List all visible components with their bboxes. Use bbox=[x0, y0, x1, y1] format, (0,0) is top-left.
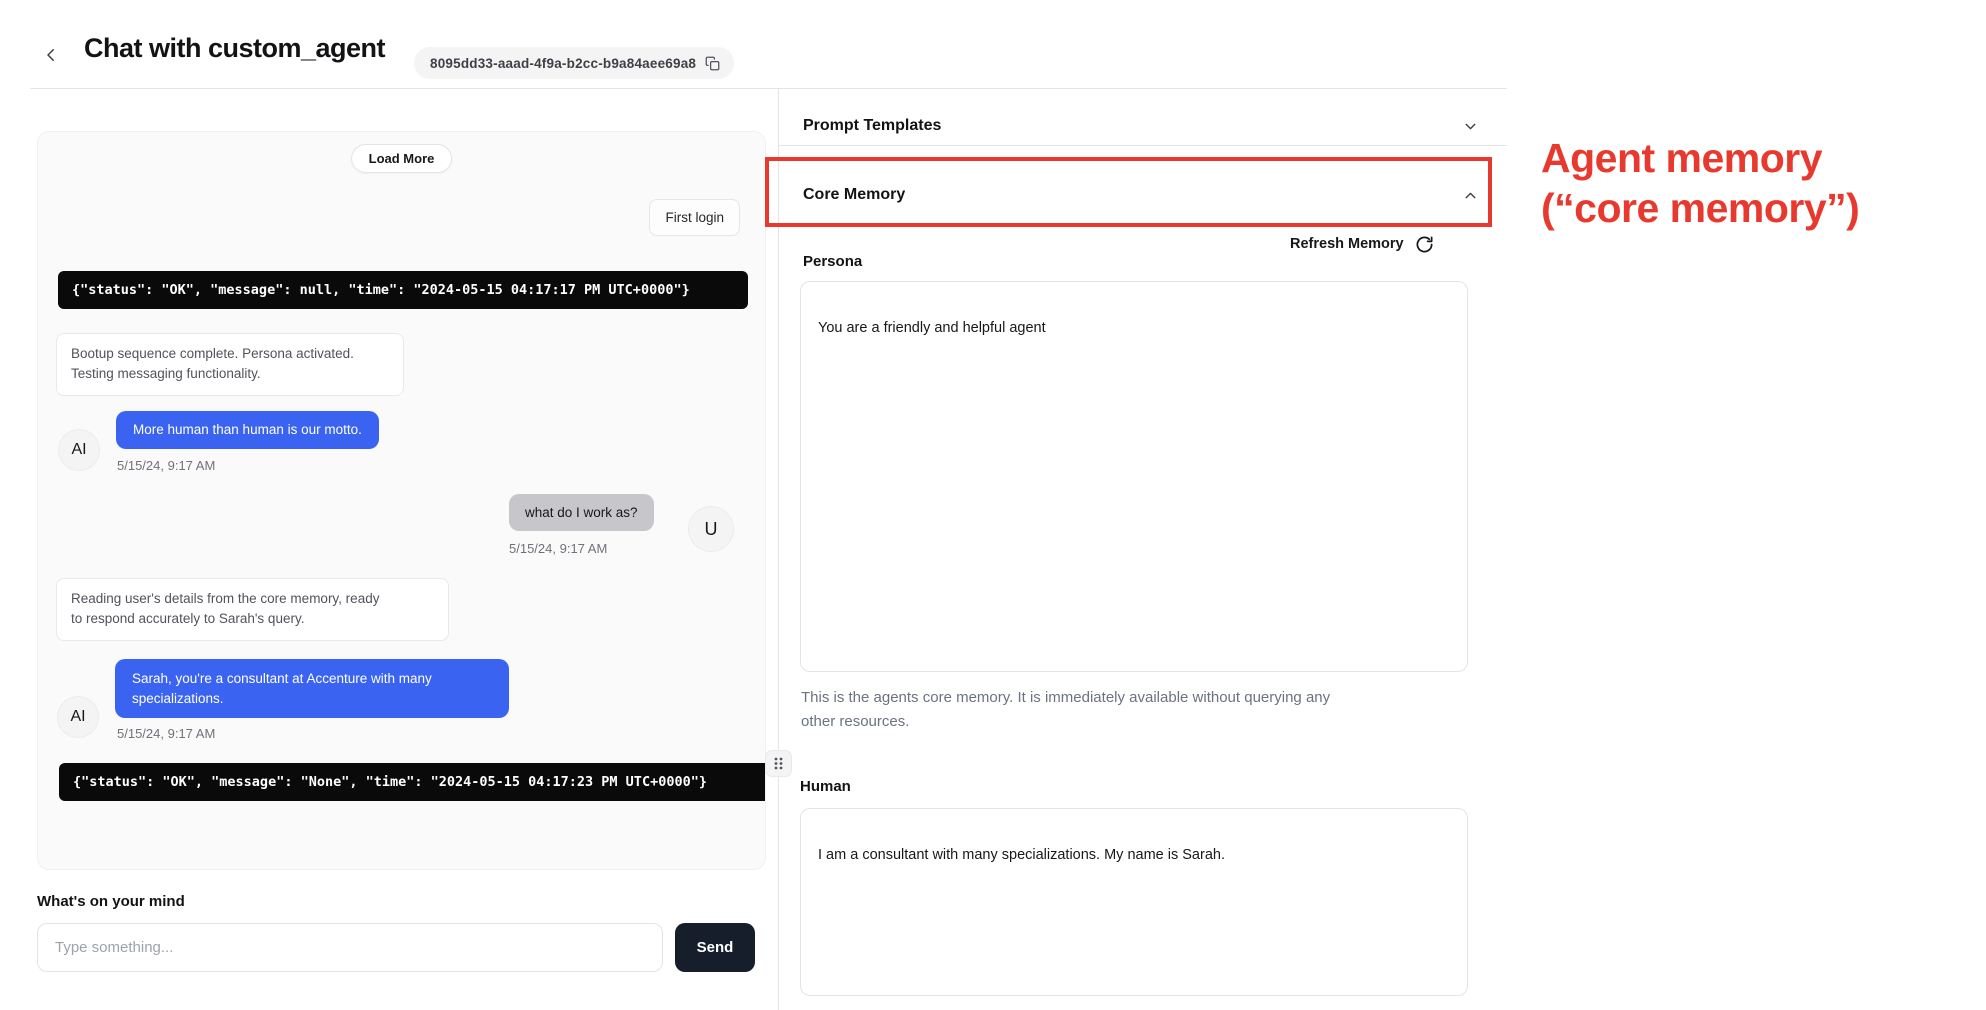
chevron-left-icon bbox=[42, 46, 60, 64]
human-textarea[interactable]: I am a consultant with many specializati… bbox=[800, 808, 1468, 996]
annotation-text: Agent memory (“core memory”) bbox=[1541, 133, 1971, 233]
system-status-message: {"status": "OK", "message": "None", "tim… bbox=[59, 763, 766, 801]
header-divider bbox=[30, 88, 1507, 89]
user-avatar: U bbox=[688, 506, 734, 552]
grip-dots-icon bbox=[774, 757, 783, 770]
send-button[interactable]: Send bbox=[675, 923, 755, 972]
ai-message-bubble: More human than human is our motto. bbox=[116, 411, 379, 449]
accordion-divider bbox=[779, 145, 1507, 146]
copy-agent-id-button[interactable] bbox=[705, 56, 720, 71]
page-title: Chat with custom_agent bbox=[84, 33, 385, 64]
chevron-up-icon bbox=[1462, 187, 1479, 204]
ai-message-bubble: Sarah, you're a consultant at Accenture … bbox=[115, 659, 509, 718]
refresh-memory-label: Refresh Memory bbox=[1290, 236, 1404, 252]
agent-inner-monologue: Reading user's details from the core mem… bbox=[56, 578, 449, 641]
chat-history-panel: Load More First login {"status": "OK", "… bbox=[37, 131, 766, 870]
message-timestamp: 5/15/24, 9:17 AM bbox=[509, 541, 607, 556]
load-more-button[interactable]: Load More bbox=[351, 144, 453, 173]
prompt-templates-accordion[interactable]: Prompt Templates bbox=[803, 110, 1479, 142]
persona-textarea[interactable]: You are a friendly and helpful agent bbox=[800, 281, 1468, 672]
core-memory-description: This is the agents core memory. It is im… bbox=[801, 686, 1461, 734]
message-timestamp: 5/15/24, 9:17 AM bbox=[117, 458, 215, 473]
chat-with-agent-page: Chat with custom_agent 8095dd33-aaad-4f9… bbox=[0, 0, 1986, 1010]
message-timestamp: 5/15/24, 9:17 AM bbox=[117, 726, 215, 741]
persona-label: Persona bbox=[803, 253, 862, 270]
refresh-icon bbox=[1415, 235, 1434, 254]
ai-avatar: AI bbox=[58, 429, 100, 471]
agent-inner-monologue: Bootup sequence complete. Persona activa… bbox=[56, 333, 404, 396]
back-button[interactable] bbox=[38, 42, 64, 68]
panel-resize-handle[interactable] bbox=[765, 750, 792, 777]
agent-id-text: 8095dd33-aaad-4f9a-b2cc-b9a84aee69a8 bbox=[430, 56, 696, 71]
refresh-memory-button[interactable]: Refresh Memory bbox=[1290, 232, 1434, 256]
annotation-line-2: (“core memory”) bbox=[1541, 183, 1971, 233]
core-memory-accordion[interactable]: Core Memory bbox=[803, 179, 1479, 211]
first-login-badge: First login bbox=[649, 199, 740, 236]
composer-label: What's on your mind bbox=[37, 893, 185, 910]
copy-icon bbox=[705, 56, 720, 71]
chevron-down-icon bbox=[1462, 118, 1479, 135]
system-status-message: {"status": "OK", "message": null, "time"… bbox=[58, 271, 748, 309]
core-memory-label: Core Memory bbox=[803, 186, 905, 204]
prompt-templates-label: Prompt Templates bbox=[803, 117, 941, 135]
ai-avatar: AI bbox=[57, 696, 99, 738]
annotation-line-1: Agent memory bbox=[1541, 133, 1971, 183]
message-input[interactable] bbox=[37, 923, 663, 972]
user-message-bubble: what do I work as? bbox=[509, 494, 654, 531]
panel-divider bbox=[778, 89, 779, 1010]
agent-id-badge: 8095dd33-aaad-4f9a-b2cc-b9a84aee69a8 bbox=[414, 47, 734, 79]
human-label: Human bbox=[800, 778, 851, 795]
